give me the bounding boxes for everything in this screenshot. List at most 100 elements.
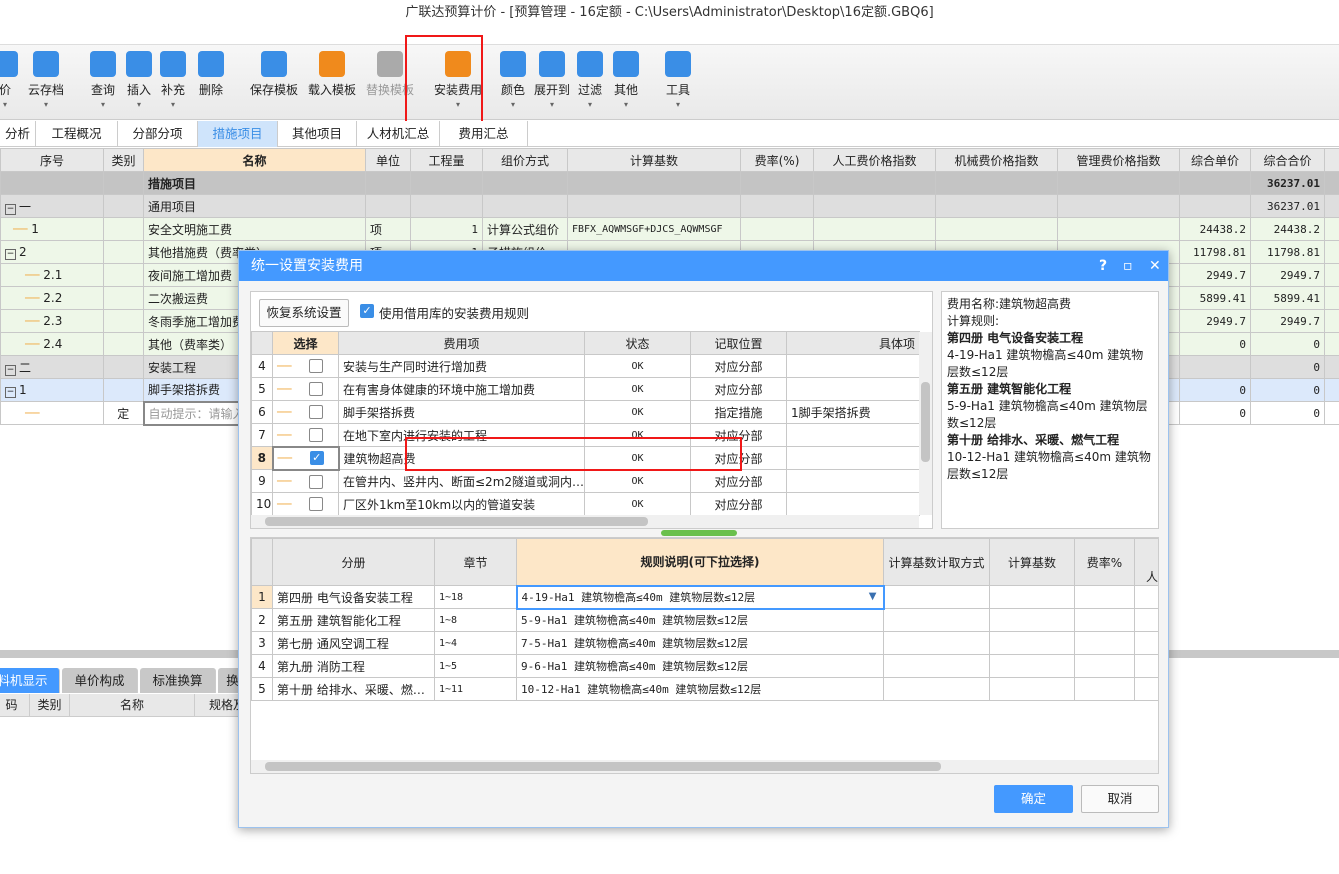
info-section-title: 第四册 电气设备安装工程 [947, 331, 1084, 345]
dropdown-arrow-icon[interactable]: ▼ [869, 591, 877, 602]
fee-item [786, 377, 920, 401]
tree-line: ── [277, 358, 292, 373]
select-cell: ── [272, 469, 339, 493]
panel-splitter[interactable] [661, 530, 737, 536]
row-index: 7 [251, 423, 273, 447]
cell-no: ── 1 [0, 217, 104, 241]
window-title: 广联达预算计价 - [预算管理 - 16定额 - C:\Users\Admini… [0, 0, 1339, 26]
select-checkbox[interactable] [309, 405, 324, 420]
toolbar-grid-button[interactable]: 其他 ▾ [613, 51, 639, 109]
fee-vscrollbar[interactable] [919, 332, 932, 515]
cell-empty [883, 677, 990, 701]
rule-dropdown[interactable]: 4-19-Ha1 建筑物檐高≤40m 建筑物层数≤12层 ▼ [515, 584, 885, 610]
fee-hscrollbar[interactable] [251, 515, 919, 528]
cell-empty [1324, 217, 1339, 241]
row-header [251, 538, 273, 586]
tree-line: ── [25, 337, 40, 351]
trash-icon [198, 51, 224, 77]
fee-status: OK [584, 354, 691, 378]
column-header: 计算基数 [567, 148, 741, 172]
ok-button[interactable]: 确定 [994, 785, 1073, 813]
table-row[interactable]: ── 1 安全文明施工费项 1 计算公式组价 FBFX_AQWMSGF+DJCS_AQW… [0, 217, 1339, 241]
fee-panel: 恢复系统设置 ✓ 使用借用库的安装费用规则 选择 费用项 状态 记取位置 具体项 4 ── … [250, 291, 933, 757]
cell-no: ── 2.3 [0, 309, 104, 333]
cell-no: −2 [0, 240, 104, 264]
toolbar-partial-button[interactable]: 价 ▾ [0, 51, 18, 109]
fee-row[interactable]: 4 ── 安装与生产同时进行增加费 OK 对应分部 [251, 354, 920, 378]
select-checkbox[interactable]: ✓ [309, 451, 324, 466]
tab-6[interactable]: 费用汇总 [440, 121, 528, 147]
toolbar-insert-button[interactable]: 插入 ▾ [126, 51, 152, 109]
collapse-icon[interactable]: − [5, 386, 16, 398]
column-header: 名称 [143, 148, 366, 172]
fee-row[interactable]: 5 ── 在有害身体健康的环境中施工增加费 OK 对应分部 [251, 377, 920, 401]
toolbar-expand-tree-button[interactable]: 展开到 ▾ [534, 51, 570, 109]
tab-2[interactable]: 分部分项 [118, 121, 198, 147]
toolbar-supplement-button[interactable]: 补充 ▾ [160, 51, 186, 109]
cell-no: ── 2.1 [0, 263, 104, 287]
cell-empty [989, 631, 1075, 655]
use-lib-checkbox[interactable]: ✓ [360, 304, 374, 318]
rule-row[interactable]: 1 第四册 电气设备安装工程 1~18 4-19-Ha1 建筑物檐高≤40m 建筑物层… [251, 584, 1158, 610]
cell-empty [1057, 171, 1180, 195]
bottom-tab-2[interactable]: 标准换算 [140, 668, 216, 693]
rule-row[interactable]: 3 第七册 通风空调工程 1~4 7-5-Ha1 建筑物檐高≤40m 建筑物层数≤12… [251, 631, 1158, 655]
select-checkbox[interactable] [309, 382, 324, 397]
tab-1[interactable]: 工程概况 [36, 121, 118, 147]
collapse-icon[interactable]: − [5, 203, 16, 215]
rule-text[interactable]: 7-5-Ha1 建筑物檐高≤40m 建筑物层数≤12层 [516, 631, 884, 655]
collapse-icon[interactable]: − [5, 248, 16, 260]
close-icon[interactable]: ✕ [1149, 251, 1161, 281]
cell-price: 0 [1179, 378, 1251, 402]
tab-0[interactable]: 分析 [0, 121, 36, 147]
toolbar-filter-button[interactable]: 过滤 ▾ [577, 51, 603, 109]
maximize-icon[interactable]: ▫ [1123, 251, 1133, 281]
help-icon[interactable]: ? [1099, 251, 1107, 281]
select-checkbox[interactable] [309, 428, 324, 442]
table-row[interactable]: 措施项目 36237.01 [0, 171, 1339, 195]
rule-value: 4-19-Ha1 建筑物檐高≤40m 建筑物层数≤12层 [521, 591, 756, 604]
toolbar-cloud-upload-button[interactable]: 云存档 ▾ [28, 51, 64, 109]
toolbar-load-template-button[interactable]: 载入模板 [308, 51, 356, 98]
rule-row[interactable]: 5 第十册 给排水、采暖、燃… 1~11 10-12-Ha1 建筑物檐高≤40m 建筑… [251, 677, 1158, 701]
save-template-icon [261, 51, 287, 77]
table-row[interactable]: − 一 通用项目 36237.01 [0, 194, 1339, 218]
row-index: 6 [251, 400, 273, 424]
cancel-button[interactable]: 取消 [1081, 785, 1159, 813]
rule-text[interactable]: 9-6-Ha1 建筑物檐高≤40m 建筑物层数≤12层 [516, 654, 884, 678]
rule-text[interactable]: 5-9-Ha1 建筑物檐高≤40m 建筑物层数≤12层 [516, 608, 884, 632]
toolbar-tools-button[interactable]: 工具 ▾ [665, 51, 691, 109]
collapse-icon[interactable]: − [5, 364, 16, 376]
rule-hscrollbar[interactable] [251, 760, 1158, 773]
rule-row[interactable]: 2 第五册 建筑智能化工程 1~8 5-9-Ha1 建筑物檐高≤40m 建筑物层数≤1… [251, 608, 1158, 632]
tab-5[interactable]: 人材机汇总 [357, 121, 440, 147]
restore-default-button[interactable]: 恢复系统设置 [259, 299, 349, 327]
cell-total: 2949.7 [1250, 263, 1325, 287]
tree-line: ── [25, 406, 40, 420]
toolbar-label: 查询 [90, 83, 115, 97]
cell-type [103, 332, 144, 356]
select-checkbox[interactable] [309, 474, 324, 489]
toolbar-query-button[interactable]: 查询 ▾ [90, 51, 116, 109]
fee-row[interactable]: 10 ── 厂区外1km至10km以内的管道安装 OK 对应分部 [251, 492, 920, 516]
cell-base [567, 194, 741, 218]
fee-item [786, 354, 920, 378]
toolbar-save-template-button[interactable]: 保存模板 [250, 51, 298, 98]
rule-text[interactable]: 10-12-Ha1 建筑物檐高≤40m 建筑物层数≤12层 [516, 677, 884, 701]
cell-empty [989, 585, 1075, 609]
select-checkbox[interactable] [309, 497, 324, 512]
bottom-tab-1[interactable]: 单价构成 [62, 668, 138, 693]
fee-item [786, 492, 920, 516]
fee-item [786, 423, 920, 447]
tab-3[interactable]: 措施项目 [198, 121, 278, 147]
bottom-tab-0[interactable]: 料机显示 [0, 668, 60, 693]
toolbar-paint-bucket-button[interactable]: 颜色 ▾ [500, 51, 526, 109]
replace-template-icon [377, 51, 403, 77]
select-checkbox[interactable] [309, 359, 324, 374]
fee-row[interactable]: 6 ── 脚手架搭拆费 OK 指定措施 1脚手架搭拆费 [251, 400, 920, 424]
toolbar-trash-button[interactable]: 删除 [198, 51, 224, 98]
tab-4[interactable]: 其他项目 [278, 121, 357, 147]
rule-row[interactable]: 4 第九册 消防工程 1~5 9-6-Ha1 建筑物檐高≤40m 建筑物层数≤12层 [251, 654, 1158, 678]
fee-row[interactable]: 9 ── 在管井内、竖井内、断面≤2m2隧道或洞内… OK 对应分部 [251, 469, 920, 493]
cell-empty [1074, 608, 1135, 632]
